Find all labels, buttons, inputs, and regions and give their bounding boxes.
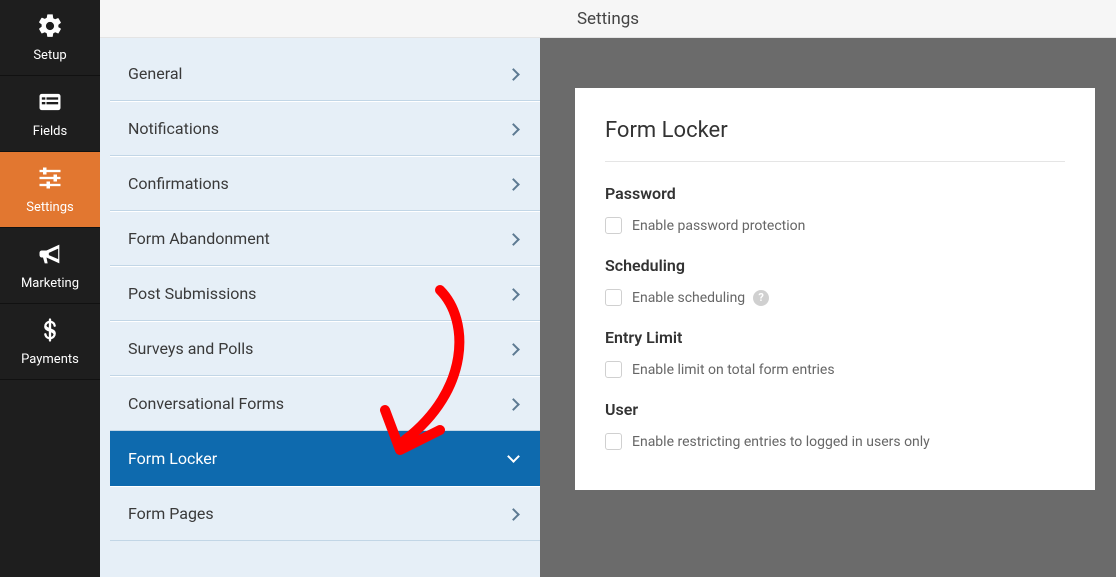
content-area: Settings General Notifications Confirmat… [100,0,1116,577]
nav-label: Payments [21,352,79,367]
chevron-right-icon [509,394,518,413]
group-heading-password: Password [605,184,1065,203]
settings-item-form-abandonment[interactable]: Form Abandonment [110,211,540,266]
checkbox-icon[interactable] [605,217,622,234]
group-heading-user: User [605,400,1065,419]
option-entry-limit[interactable]: Enable limit on total form entries [605,361,1065,378]
settings-item-label: Confirmations [128,174,229,193]
settings-item-label: Post Submissions [128,284,256,303]
settings-item-label: Form Pages [128,504,214,523]
settings-item-notifications[interactable]: Notifications [110,101,540,156]
panel-area: Form Locker Password Enable password pro… [540,38,1116,577]
settings-item-conversational-forms[interactable]: Conversational Forms [110,376,540,431]
nav-item-settings[interactable]: Settings [0,152,100,228]
option-label: Enable limit on total form entries [632,362,835,378]
page-title-bar: Settings [100,0,1116,38]
settings-item-label: Form Abandonment [128,229,270,248]
nav-item-setup[interactable]: Setup [0,0,100,76]
dollar-icon [36,316,64,348]
option-label: Enable password protection [632,218,805,234]
list-icon [36,88,64,120]
page-title: Settings [577,9,639,29]
option-label: Enable restricting entries to logged in … [632,434,930,450]
group-heading-entry-limit: Entry Limit [605,328,1065,347]
gear-icon [36,12,64,44]
group-heading-scheduling: Scheduling [605,256,1065,275]
settings-list: General Notifications Confirmations Form… [100,38,540,577]
checkbox-icon[interactable] [605,361,622,378]
chevron-right-icon [509,119,518,138]
settings-item-label: Conversational Forms [128,394,284,413]
main-area: General Notifications Confirmations Form… [100,38,1116,577]
nav-label: Marketing [21,276,79,291]
left-nav: Setup Fields Settings Marketing Payments [0,0,100,577]
chevron-down-icon [509,449,518,468]
panel-title: Form Locker [605,118,1065,162]
chevron-right-icon [509,339,518,358]
settings-item-label: General [128,64,182,83]
app-root: Setup Fields Settings Marketing Payments [0,0,1116,577]
sliders-icon [36,164,64,196]
nav-label: Fields [33,124,67,139]
settings-item-post-submissions[interactable]: Post Submissions [110,266,540,321]
settings-item-form-pages[interactable]: Form Pages [110,486,540,541]
help-icon[interactable]: ? [753,290,769,306]
checkbox-icon[interactable] [605,433,622,450]
chevron-right-icon [509,229,518,248]
chevron-right-icon [509,504,518,523]
nav-label: Setup [33,48,66,63]
checkbox-icon[interactable] [605,289,622,306]
form-locker-panel: Form Locker Password Enable password pro… [575,88,1095,490]
settings-item-surveys-polls[interactable]: Surveys and Polls [110,321,540,376]
option-scheduling[interactable]: Enable scheduling ? [605,289,1065,306]
nav-item-payments[interactable]: Payments [0,304,100,380]
settings-item-label: Notifications [128,119,219,138]
option-user[interactable]: Enable restricting entries to logged in … [605,433,1065,450]
settings-item-confirmations[interactable]: Confirmations [110,156,540,211]
option-label: Enable scheduling [632,290,745,306]
settings-item-form-locker[interactable]: Form Locker [110,431,540,486]
bullhorn-icon [36,240,64,272]
chevron-right-icon [509,64,518,83]
settings-item-general[interactable]: General [110,46,540,101]
option-password[interactable]: Enable password protection [605,217,1065,234]
chevron-right-icon [509,174,518,193]
settings-item-label: Form Locker [128,449,217,468]
settings-item-label: Surveys and Polls [128,339,253,358]
chevron-right-icon [509,284,518,303]
nav-item-fields[interactable]: Fields [0,76,100,152]
nav-label: Settings [26,200,73,215]
nav-item-marketing[interactable]: Marketing [0,228,100,304]
